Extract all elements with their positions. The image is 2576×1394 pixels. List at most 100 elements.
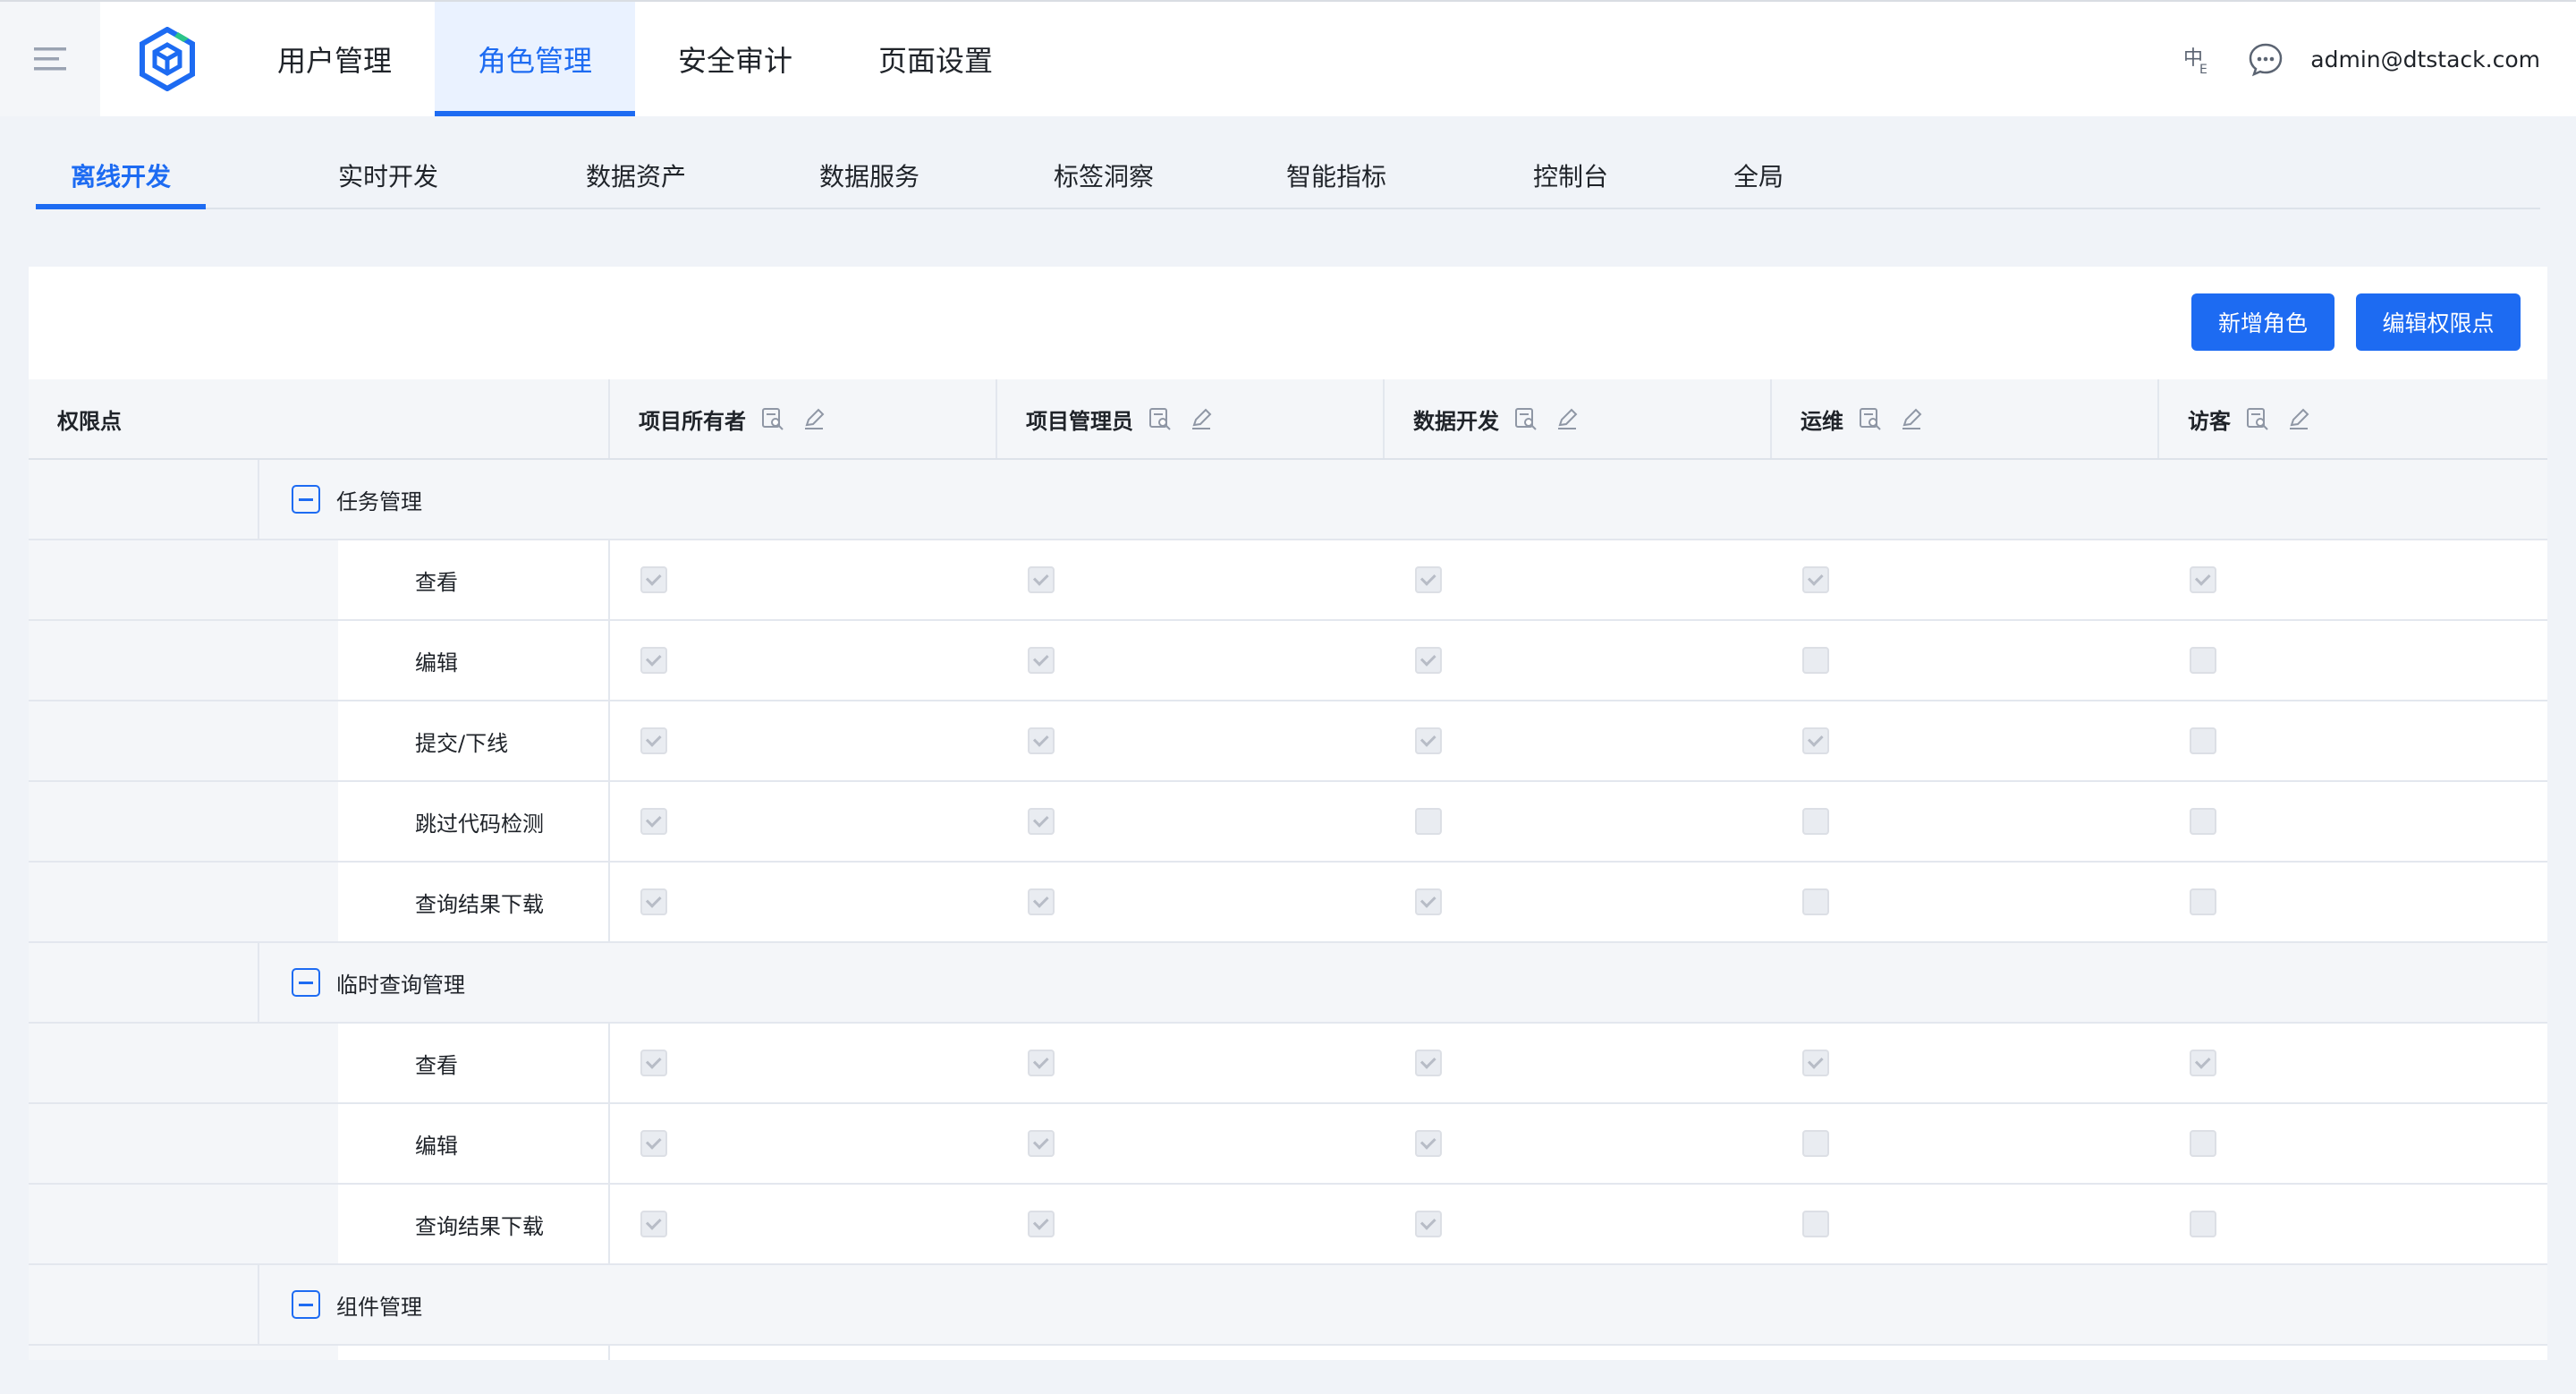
permission-checkbox[interactable] xyxy=(1415,647,1442,674)
user-email[interactable]: admin@dtstack.com xyxy=(2310,47,2540,72)
group-label: 组件管理 xyxy=(259,1265,422,1344)
product-tab[interactable]: 智能指标 xyxy=(1270,143,1402,208)
group-name: 组件管理 xyxy=(336,1294,422,1320)
product-tab[interactable]: 标签洞察 xyxy=(1038,143,1170,208)
permission-checkbox[interactable] xyxy=(1028,727,1055,754)
edit-permissions-button[interactable]: 编辑权限点 xyxy=(2356,293,2521,351)
product-tab[interactable]: 数据服务 xyxy=(801,143,937,208)
role-header: 访客 xyxy=(2159,379,2546,458)
permission-checkbox[interactable] xyxy=(2190,1130,2216,1157)
logo-cube-icon xyxy=(140,27,195,91)
role-header: 项目所有者 xyxy=(610,379,997,458)
view-detail-icon[interactable] xyxy=(1513,406,1538,431)
product-tab[interactable]: 控制台 xyxy=(1503,143,1639,208)
permission-checkbox[interactable] xyxy=(1802,727,1829,754)
permission-checkbox[interactable] xyxy=(1028,1211,1055,1237)
top-nav-item[interactable]: 角色管理 xyxy=(435,2,635,116)
permission-checkbox[interactable] xyxy=(2190,808,2216,835)
edit-role-icon[interactable] xyxy=(1899,406,1924,431)
permission-checkbox[interactable] xyxy=(2190,888,2216,915)
collapse-icon[interactable] xyxy=(292,485,320,514)
permission-cell xyxy=(1385,1104,1772,1183)
group-indent xyxy=(29,460,259,539)
edit-role-icon[interactable] xyxy=(1555,406,1580,431)
permission-checkbox[interactable] xyxy=(1028,566,1055,593)
permission-checkbox[interactable] xyxy=(640,566,667,593)
language-switch-button[interactable]: 中 E xyxy=(2178,38,2221,81)
permission-row: 提交/下线 xyxy=(29,701,2547,782)
permission-cell xyxy=(997,540,1385,619)
group-label: 任务管理 xyxy=(259,460,422,539)
permission-checkbox[interactable] xyxy=(1415,1050,1442,1076)
view-detail-icon[interactable] xyxy=(1858,406,1883,431)
product-tab[interactable]: 全局 xyxy=(1710,143,1807,208)
top-nav-item[interactable]: 用户管理 xyxy=(234,2,435,116)
permission-checkbox[interactable] xyxy=(2190,1050,2216,1076)
permission-checkbox[interactable] xyxy=(2190,1211,2216,1237)
product-tab[interactable]: 离线开发 xyxy=(36,143,206,209)
permission-checkbox[interactable] xyxy=(640,647,667,674)
permission-checkbox[interactable] xyxy=(2190,647,2216,674)
permission-group-row: 任务管理 xyxy=(29,460,2547,540)
permission-checkbox[interactable] xyxy=(640,1050,667,1076)
permission-checkbox[interactable] xyxy=(1802,888,1829,915)
row-indent xyxy=(29,1346,338,1360)
permission-checkbox[interactable] xyxy=(1415,727,1442,754)
permission-checkbox[interactable] xyxy=(1415,888,1442,915)
edit-role-icon[interactable] xyxy=(2286,406,2311,431)
message-button[interactable] xyxy=(2244,38,2287,81)
row-indent xyxy=(29,540,338,619)
permission-checkbox[interactable] xyxy=(2190,566,2216,593)
top-nav-item[interactable]: 页面设置 xyxy=(835,2,1036,116)
permission-checkbox[interactable] xyxy=(1028,888,1055,915)
group-name: 临时查询管理 xyxy=(336,972,465,998)
permission-checkbox[interactable] xyxy=(1028,808,1055,835)
permission-cell xyxy=(1772,782,2159,861)
permission-checkbox[interactable] xyxy=(1415,808,1442,835)
permission-checkbox[interactable] xyxy=(1802,566,1829,593)
permission-checkbox[interactable] xyxy=(1028,647,1055,674)
permission-checkbox[interactable] xyxy=(640,1211,667,1237)
permission-cell xyxy=(997,621,1385,700)
product-tab[interactable]: 实时开发 xyxy=(306,143,470,208)
permission-checkbox[interactable] xyxy=(1415,566,1442,593)
permission-cell xyxy=(610,621,997,700)
permission-checkbox[interactable] xyxy=(1028,1130,1055,1157)
permission-checkbox[interactable] xyxy=(1802,647,1829,674)
permission-checkbox[interactable] xyxy=(1028,1050,1055,1076)
logo[interactable] xyxy=(100,2,234,116)
view-detail-icon[interactable] xyxy=(1148,406,1173,431)
permission-checkbox[interactable] xyxy=(640,888,667,915)
collapse-icon[interactable] xyxy=(292,1290,320,1319)
menu-toggle-button[interactable] xyxy=(0,2,100,116)
collapse-icon[interactable] xyxy=(292,968,320,997)
permission-checkbox[interactable] xyxy=(1415,1130,1442,1157)
permission-checkbox[interactable] xyxy=(2190,727,2216,754)
edit-role-icon[interactable] xyxy=(801,406,826,431)
permission-cell xyxy=(2159,863,2546,941)
permission-name: 编辑 xyxy=(338,621,610,700)
permission-checkbox[interactable] xyxy=(640,1130,667,1157)
permission-checkbox[interactable] xyxy=(640,727,667,754)
permission-cell xyxy=(610,863,997,941)
permission-checkbox[interactable] xyxy=(1415,1211,1442,1237)
permission-cell xyxy=(2159,1185,2546,1263)
edit-role-icon[interactable] xyxy=(1189,406,1214,431)
group-indent xyxy=(29,1265,259,1344)
view-detail-icon[interactable] xyxy=(760,406,785,431)
permission-checkbox[interactable] xyxy=(1802,1050,1829,1076)
permission-checkbox[interactable] xyxy=(1802,808,1829,835)
permission-cell xyxy=(1772,701,2159,780)
permission-cell xyxy=(1772,1185,2159,1263)
permission-checkbox[interactable] xyxy=(1802,1211,1829,1237)
view-detail-icon[interactable] xyxy=(2245,406,2270,431)
permission-cell xyxy=(1772,1024,2159,1102)
add-role-button[interactable]: 新增角色 xyxy=(2191,293,2334,351)
top-nav-item[interactable]: 安全审计 xyxy=(635,2,835,116)
permission-cell xyxy=(997,782,1385,861)
permission-checkbox[interactable] xyxy=(640,808,667,835)
product-tab[interactable]: 数据资产 xyxy=(571,143,701,208)
permission-checkbox[interactable] xyxy=(1802,1130,1829,1157)
permission-row: 查看 xyxy=(29,1024,2547,1104)
header-right: 中 E admin@dtstack.com xyxy=(2178,2,2576,116)
